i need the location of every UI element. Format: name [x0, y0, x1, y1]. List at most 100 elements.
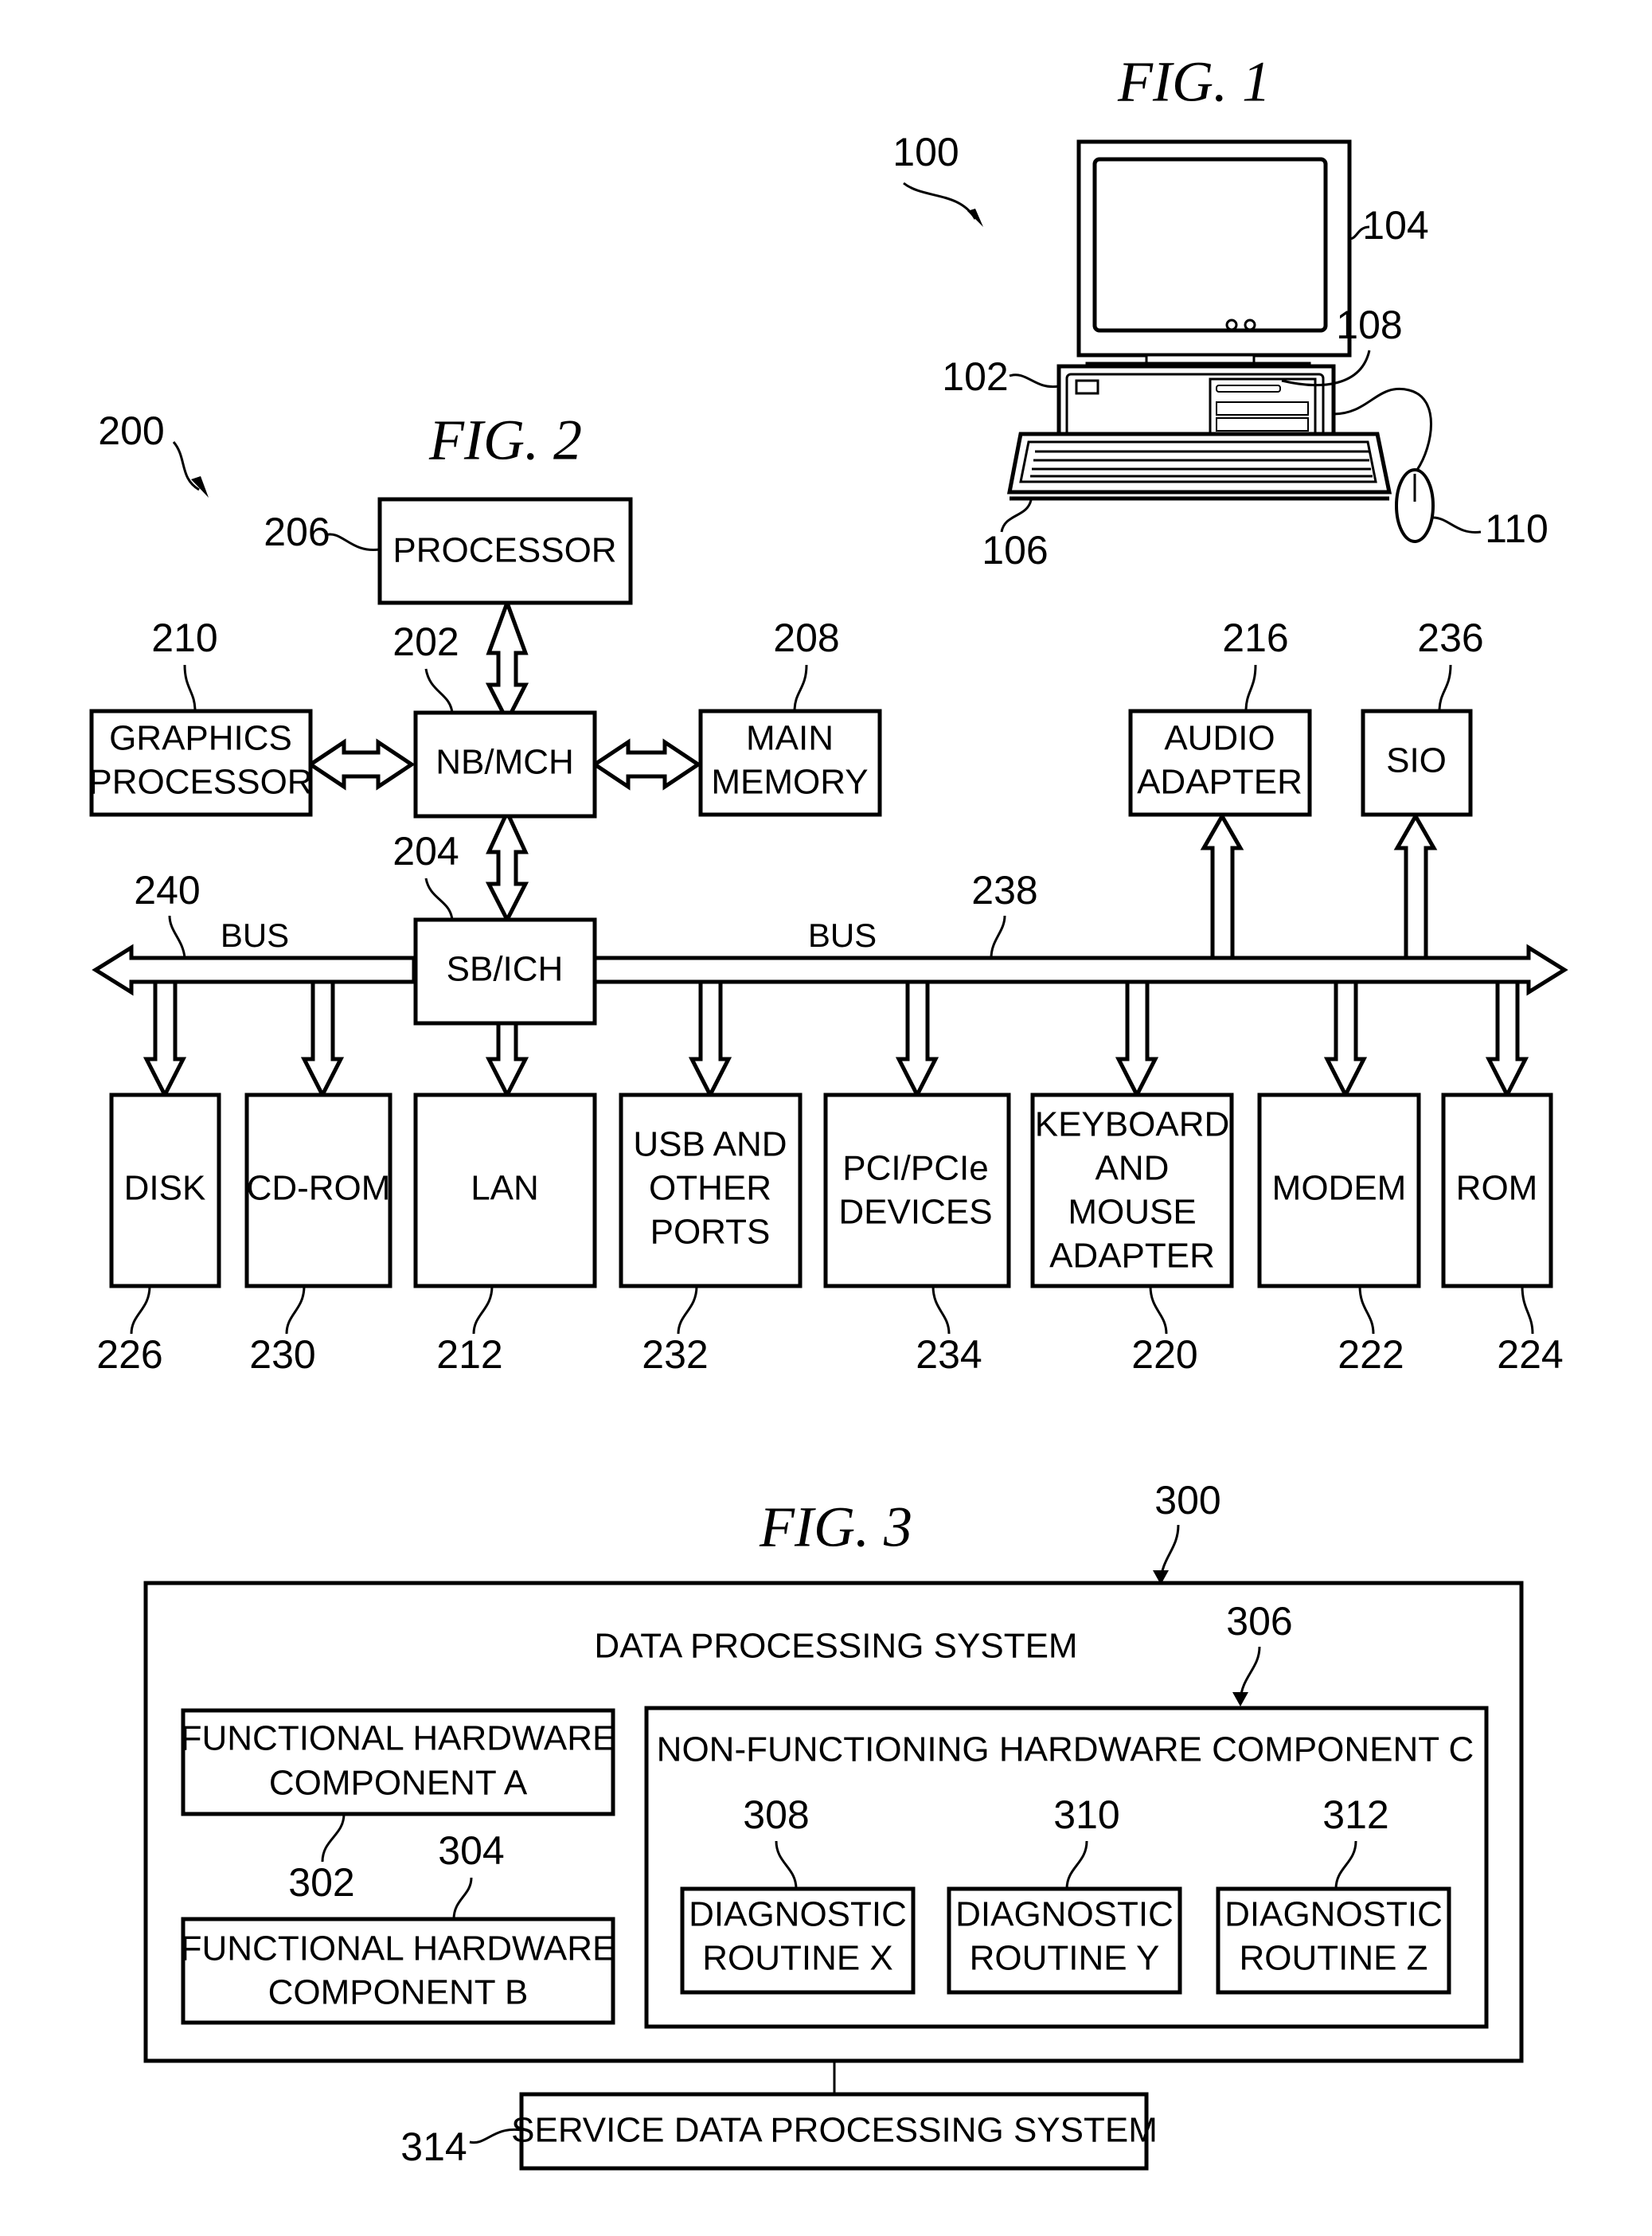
drop-modem: [1323, 979, 1368, 1100]
block-disk: DISK 226: [96, 1093, 221, 1377]
ref-208-leader: [793, 664, 808, 712]
power-badge: [1075, 379, 1099, 395]
service-system-label: SERVICE DATA PROCESSING SYSTEM: [511, 2111, 1158, 2150]
processor-nb-link: [485, 596, 529, 725]
ref-102-leader: [1009, 373, 1060, 389]
nb-sb-link: [485, 807, 529, 924]
ref-222: 222: [1338, 1332, 1404, 1377]
ref-202: 202: [392, 620, 459, 664]
ref-238: 238: [971, 868, 1037, 913]
patent-drawing-sheet: FIG. 1 100 104 108 102 106 110 FIG. 2 20…: [88, 50, 1568, 2171]
modem-label: MODEM: [1272, 1169, 1407, 1208]
fig1: FIG. 1 100 104 108 102 106 110: [892, 50, 1549, 573]
fig3: FIG. 3 300 DATA PROCESSING SYSTEM FUNCTI…: [143, 1478, 1524, 2171]
ref-222-leader: [1358, 1285, 1375, 1335]
drop-rom: [1485, 979, 1529, 1100]
floppy-slot: [1216, 385, 1281, 393]
ref-240-leader: [168, 915, 186, 959]
ref-306: 306: [1226, 1599, 1292, 1644]
rom-label: ROM: [1456, 1169, 1538, 1208]
bus-label-left: BUS: [221, 917, 289, 954]
sb-ich-label: SB/ICH: [447, 950, 564, 989]
service-system: SERVICE DATA PROCESSING SYSTEM 314: [400, 2092, 1158, 2171]
ref-202-leader: [424, 668, 454, 713]
ref-104: 104: [1362, 203, 1428, 248]
ref-110: 110: [1485, 506, 1549, 551]
routine-x-label-2: ROUTINE X: [702, 1939, 893, 1978]
ref-230: 230: [249, 1332, 315, 1377]
ref-210-leader: [183, 664, 197, 712]
kbd-mouse-label-1: KEYBOARD: [1035, 1105, 1230, 1144]
nb-mch-label: NB/MCH: [435, 743, 574, 782]
ref-224-leader: [1521, 1285, 1534, 1335]
ref-220-leader: [1149, 1285, 1168, 1335]
usb-label-3: PORTS: [650, 1213, 771, 1252]
block-processor: PROCESSOR 206: [264, 497, 633, 605]
ref-208: 208: [773, 616, 839, 660]
pci-box: [823, 1093, 1011, 1288]
drop-usb: [688, 979, 732, 1100]
cdrom-label: CD-ROM: [247, 1169, 391, 1208]
ref-216: 216: [1222, 616, 1288, 660]
block-sb-ich: SB/ICH 204: [392, 829, 597, 1026]
ref-226: 226: [96, 1332, 162, 1377]
pci-label-2: DEVICES: [838, 1193, 992, 1232]
ref-216-leader: [1244, 664, 1257, 712]
cd-drive-icon: [1216, 417, 1309, 432]
component-c-label: NON-FUNCTIONING HARDWARE COMPONENT C: [657, 1730, 1474, 1769]
routine-z-label-1: DIAGNOSTIC: [1224, 1895, 1443, 1934]
ref-300: 300: [1154, 1478, 1220, 1523]
graphics-label-1: GRAPHICS: [109, 719, 292, 758]
ref-204-leader: [424, 878, 454, 921]
block-pci: PCI/PCIe DEVICES 234: [823, 1093, 1011, 1377]
kbd-mouse-label-2: AND: [1095, 1149, 1170, 1188]
usb-label-1: USB AND: [633, 1125, 787, 1164]
lan-label: LAN: [471, 1169, 539, 1208]
ref-234: 234: [916, 1332, 982, 1377]
sb-lan-link: [485, 1021, 529, 1100]
main-memory-label-2: MEMORY: [711, 763, 868, 802]
ref-100-leader: [903, 182, 977, 220]
ref-220: 220: [1131, 1332, 1197, 1377]
ref-312: 312: [1322, 1792, 1388, 1837]
bus-label-right: BUS: [808, 917, 877, 954]
bus-left-arrow: [92, 944, 416, 996]
ref-238-leader: [990, 915, 1006, 959]
ref-206-leader: [324, 533, 381, 552]
ref-212-leader: [472, 1285, 494, 1335]
ref-204: 204: [392, 829, 459, 874]
ref-106: 106: [982, 528, 1048, 573]
drop-kbd: [1115, 979, 1159, 1100]
ref-236-leader: [1438, 664, 1452, 712]
ref-226-leader: [130, 1285, 151, 1335]
kbd-mouse-label-3: MOUSE: [1068, 1193, 1196, 1232]
routine-y-label-2: ROUTINE Y: [970, 1939, 1160, 1978]
block-audio: AUDIO ADAPTER 216: [1128, 616, 1312, 817]
block-sio: SIO 236: [1361, 616, 1484, 817]
ref-304: 304: [438, 1828, 504, 1873]
ref-206: 206: [264, 510, 330, 554]
ref-106-leader: [1000, 499, 1033, 533]
ref-232-leader: [677, 1285, 698, 1335]
ref-236: 236: [1417, 616, 1483, 660]
block-graphics: GRAPHICS PROCESSOR 210: [88, 616, 313, 817]
up-audio: [1200, 811, 1244, 960]
processor-label: PROCESSOR: [392, 531, 616, 570]
pci-label-1: PCI/PCIe: [842, 1149, 988, 1188]
fig3-title: FIG. 3: [759, 1495, 912, 1559]
main-memory-label-1: MAIN: [746, 719, 834, 758]
ref-310: 310: [1053, 1792, 1119, 1837]
ref-200: 200: [98, 408, 164, 453]
ref-240: 240: [134, 868, 200, 913]
kbd-mouse-label-4: ADAPTER: [1049, 1237, 1215, 1276]
ref-232: 232: [642, 1332, 708, 1377]
block-lan: LAN 212: [413, 1093, 597, 1377]
block-rom: ROM 224: [1441, 1093, 1564, 1377]
ref-100: 100: [892, 130, 959, 174]
data-processing-system-label: DATA PROCESSING SYSTEM: [594, 1627, 1077, 1666]
fig2: FIG. 2 200 BUS BUS 240 238 PROCESSOR 206…: [88, 408, 1568, 1377]
block-modem: MODEM 222: [1257, 1093, 1421, 1377]
block-usb: USB AND OTHER 232 PORTS: [619, 1093, 803, 1377]
ref-234-leader: [931, 1285, 951, 1335]
routine-y-label-1: DIAGNOSTIC: [955, 1895, 1174, 1934]
